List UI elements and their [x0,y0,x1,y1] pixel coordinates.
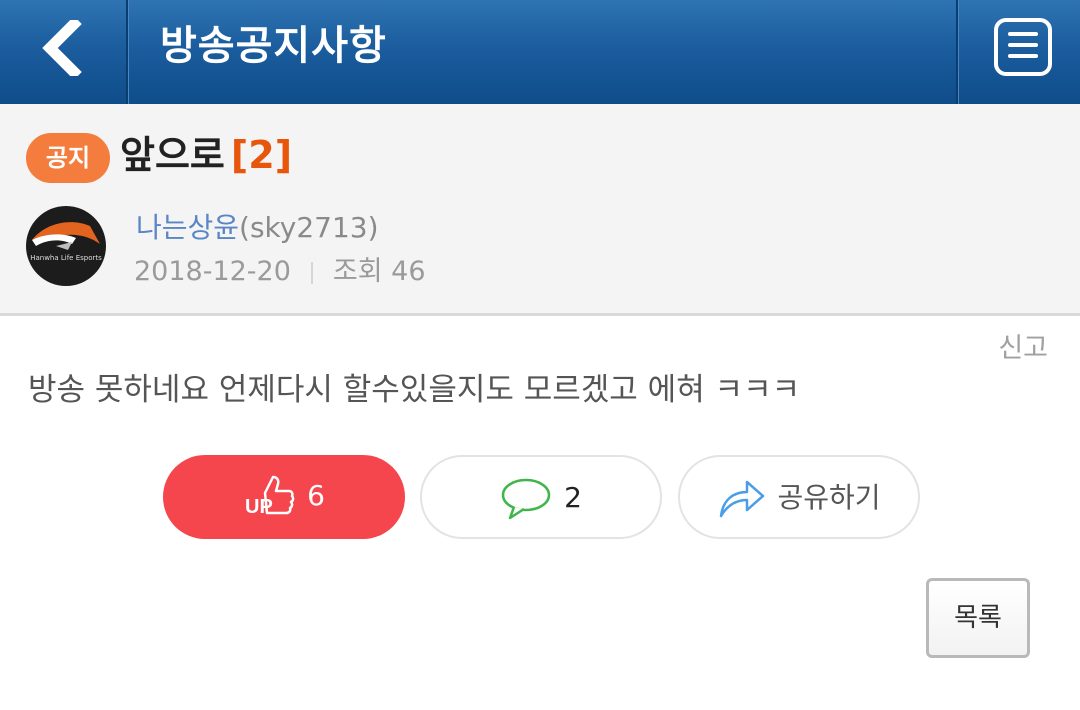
hamburger-menu-icon [994,18,1052,76]
post-title: 앞으로 [2] [120,126,292,184]
post-body-text: 방송 못하네요 언제다시 할수있을지도 모르겠고 에혀 ㅋㅋㅋ [28,372,801,408]
author-id: (sky2713) [239,211,379,244]
avatar[interactable]: Hanwha Life Esports [26,206,106,286]
comment-button[interactable]: 2 [420,455,662,539]
list-button[interactable]: 목록 [926,578,1030,658]
like-count: 6 [307,479,325,512]
like-button[interactable]: UP 6 [163,455,405,539]
post-date: 2018-12-20 [134,256,291,287]
share-label: 공유하기 [777,481,881,514]
back-button[interactable] [0,0,128,104]
post-meta: 2018-12-20 조회 46 [134,252,426,292]
comment-count: 2 [564,481,582,514]
hanwha-logo-icon [32,222,100,250]
author-nickname[interactable]: 나는상윤 [136,211,239,244]
share-arrow-icon [720,480,765,518]
report-link[interactable]: 신고 [998,330,1048,368]
view-count: 조회 46 [332,256,426,287]
share-button[interactable]: 공유하기 [678,455,920,539]
thumbs-up-icon: UP [245,475,295,518]
top-navigation-bar: 방송공지사항 [0,0,1080,104]
post-header: 공지 앞으로 [2] Hanwha Life Esports 나는상윤(sky27… [0,104,1080,316]
comment-count-label: [2] [230,133,293,177]
menu-button[interactable] [956,0,1080,104]
svg-text:UP: UP [245,496,273,518]
speech-bubble-icon [501,478,551,520]
author-info[interactable]: 나는상윤(sky2713) [136,208,379,248]
chevron-left-icon [42,20,82,76]
page-title: 방송공지사항 [160,23,387,69]
meta-divider [310,261,313,284]
post-title-text: 앞으로 [120,133,225,177]
notice-badge: 공지 [26,133,110,183]
avatar-logo-text: Hanwha Life Esports [30,254,102,262]
